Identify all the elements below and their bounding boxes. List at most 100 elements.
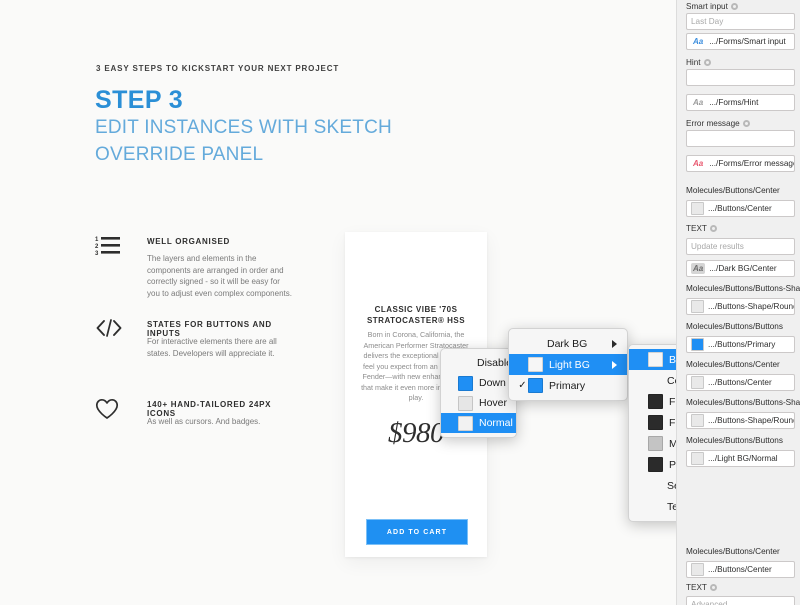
label-text: Molecules/Buttons/Buttons — [686, 322, 783, 331]
symbol-preview-swatch — [691, 563, 704, 576]
gear-icon[interactable] — [709, 584, 717, 591]
override-group-heading: Molecules/Buttons/Center — [677, 358, 800, 371]
override-group-heading: Molecules/Buttons/Buttons-Shape — [677, 282, 800, 295]
menu-item-label: Down — [479, 377, 506, 389]
label-text: Smart input — [686, 2, 728, 11]
symbol-path-text: .../Buttons/Center — [708, 565, 772, 574]
color-swatch — [458, 375, 473, 391]
feature-body: For interactive elements there are all s… — [147, 337, 277, 358]
override-text-input[interactable] — [686, 69, 795, 86]
override-field-label: TEXT — [677, 581, 800, 594]
menu-item[interactable]: Hover — [441, 393, 516, 413]
symbol-preview-swatch — [691, 300, 704, 313]
input-value: Last Day — [691, 17, 724, 26]
color-swatch — [648, 415, 663, 430]
override-text-input[interactable]: Last Day — [686, 13, 795, 30]
symbol-override-select[interactable]: .../Buttons/Primary — [686, 336, 795, 353]
menu-item[interactable]: Light BG — [509, 354, 627, 375]
symbol-preview-swatch — [691, 376, 704, 389]
background-context-menu[interactable]: Dark BG Light BG ✓ Primary — [508, 328, 628, 401]
symbol-preview-swatch — [691, 452, 704, 465]
input-value: Advanced — [691, 600, 728, 605]
feature-title: WELL ORGANISED — [147, 237, 230, 246]
text-style-badge-icon: Aa — [691, 263, 706, 274]
label-text: Molecules/Buttons/Buttons-Shape — [686, 398, 800, 407]
color-swatch — [648, 500, 661, 513]
ordered-list-icon: 1 2 3 — [95, 235, 125, 265]
override-group-heading: Molecules/Buttons/Center — [677, 184, 800, 197]
symbol-path-text: .../Buttons/Primary — [708, 340, 776, 349]
page-title: STEP 3 — [95, 86, 184, 114]
label-text: Molecules/Buttons/Center — [686, 360, 780, 369]
menu-item[interactable]: Normal — [441, 413, 516, 433]
code-brackets-icon — [95, 318, 125, 348]
color-swatch — [648, 479, 661, 492]
symbol-path-text: .../Buttons/Center — [708, 378, 772, 387]
symbol-override-select[interactable]: .../Buttons-Shape/Rounded — [686, 298, 795, 315]
color-swatch — [528, 337, 541, 350]
symbol-override-select[interactable]: .../Light BG/Normal — [686, 450, 795, 467]
symbol-override-select[interactable]: Aa .../Dark BG/Center — [686, 260, 795, 277]
symbol-path-text: .../Forms/Error message — [709, 159, 795, 168]
symbol-override-select[interactable]: Aa .../Forms/Error message — [686, 155, 795, 172]
symbol-path-text: .../Dark BG/Center — [709, 264, 777, 273]
symbol-override-select[interactable]: Aa .../Forms/Smart input — [686, 33, 795, 50]
menu-item[interactable]: Disabled — [441, 353, 516, 373]
override-text-input[interactable]: Advanced — [686, 596, 795, 605]
override-text-input[interactable] — [686, 130, 795, 147]
override-group-heading: Molecules/Buttons/Center — [677, 545, 800, 558]
menu-item-label: Light BG — [549, 358, 590, 371]
symbol-path-text: .../Forms/Smart input — [709, 37, 786, 46]
symbol-override-select[interactable]: .../Buttons-Shape/Rounded — [686, 412, 795, 429]
label-text: Molecules/Buttons/Buttons — [686, 436, 783, 445]
symbol-override-select[interactable]: .../Buttons/Center — [686, 200, 795, 217]
text-style-badge-icon: Aa — [693, 37, 704, 46]
label-text: Molecules/Buttons/Center — [686, 547, 780, 556]
label-text: Hint — [686, 58, 701, 67]
override-group-heading: Molecules/Buttons/Buttons — [677, 434, 800, 447]
color-swatch — [528, 378, 543, 393]
symbol-override-select[interactable]: Aa .../Forms/Hint — [686, 94, 795, 111]
svg-text:3: 3 — [95, 251, 99, 255]
symbol-preview-swatch — [691, 202, 704, 215]
menu-item[interactable]: ✓ Primary — [509, 375, 627, 396]
app-canvas: 3 EASY STEPS TO KICKSTART YOUR NEXT PROJ… — [0, 0, 800, 605]
chevron-right-icon — [612, 339, 617, 348]
checkmark-icon: ✓ — [518, 380, 527, 391]
color-swatch — [528, 357, 543, 372]
menu-item[interactable]: Dark BG — [509, 333, 627, 354]
symbol-path-text: .../Forms/Hint — [709, 98, 759, 107]
input-value: Update results — [691, 242, 744, 251]
color-swatch — [648, 374, 661, 387]
sketch-override-inspector[interactable]: Smart input Last Day Aa .../Forms/Smart inp… — [676, 0, 800, 605]
gear-icon[interactable] — [703, 59, 711, 66]
override-field-label: TEXT — [677, 222, 800, 235]
label-text: TEXT — [686, 224, 707, 233]
color-swatch — [648, 394, 663, 409]
symbol-preview-swatch — [691, 414, 704, 427]
menu-item[interactable]: Down — [441, 373, 516, 393]
gear-icon[interactable] — [742, 120, 750, 127]
symbol-override-select[interactable]: .../Buttons/Center — [686, 374, 795, 391]
svg-text:2: 2 — [95, 244, 99, 250]
menu-item-label: Hover — [479, 397, 508, 409]
heart-icon — [95, 398, 125, 428]
symbol-override-select[interactable]: .../Buttons/Center — [686, 561, 795, 578]
color-swatch — [458, 415, 473, 431]
feature-body: The layers and elements in the component… — [147, 254, 292, 298]
symbol-path-text: .../Buttons-Shape/Rounded — [708, 302, 794, 311]
gear-icon[interactable] — [709, 225, 717, 232]
override-text-input[interactable]: Update results — [686, 238, 795, 255]
text-style-badge-icon: Aa — [693, 159, 704, 168]
override-group-heading: Molecules/Buttons/Buttons — [677, 320, 800, 333]
symbol-preview-swatch — [691, 338, 704, 351]
states-context-menu[interactable]: Disabled Down Hover Normal — [440, 348, 517, 438]
symbol-path-text: .../Light BG/Normal — [708, 454, 778, 463]
feature-body: As well as cursors. And badges. — [147, 417, 261, 426]
chevron-right-icon — [612, 360, 617, 369]
override-group-heading: Molecules/Buttons/Buttons-Shape — [677, 396, 800, 409]
gear-icon[interactable] — [730, 3, 738, 10]
color-swatch — [458, 357, 471, 370]
text-style-badge-icon: Aa — [693, 98, 704, 107]
add-to-cart-button[interactable]: ADD TO CART — [366, 519, 468, 545]
